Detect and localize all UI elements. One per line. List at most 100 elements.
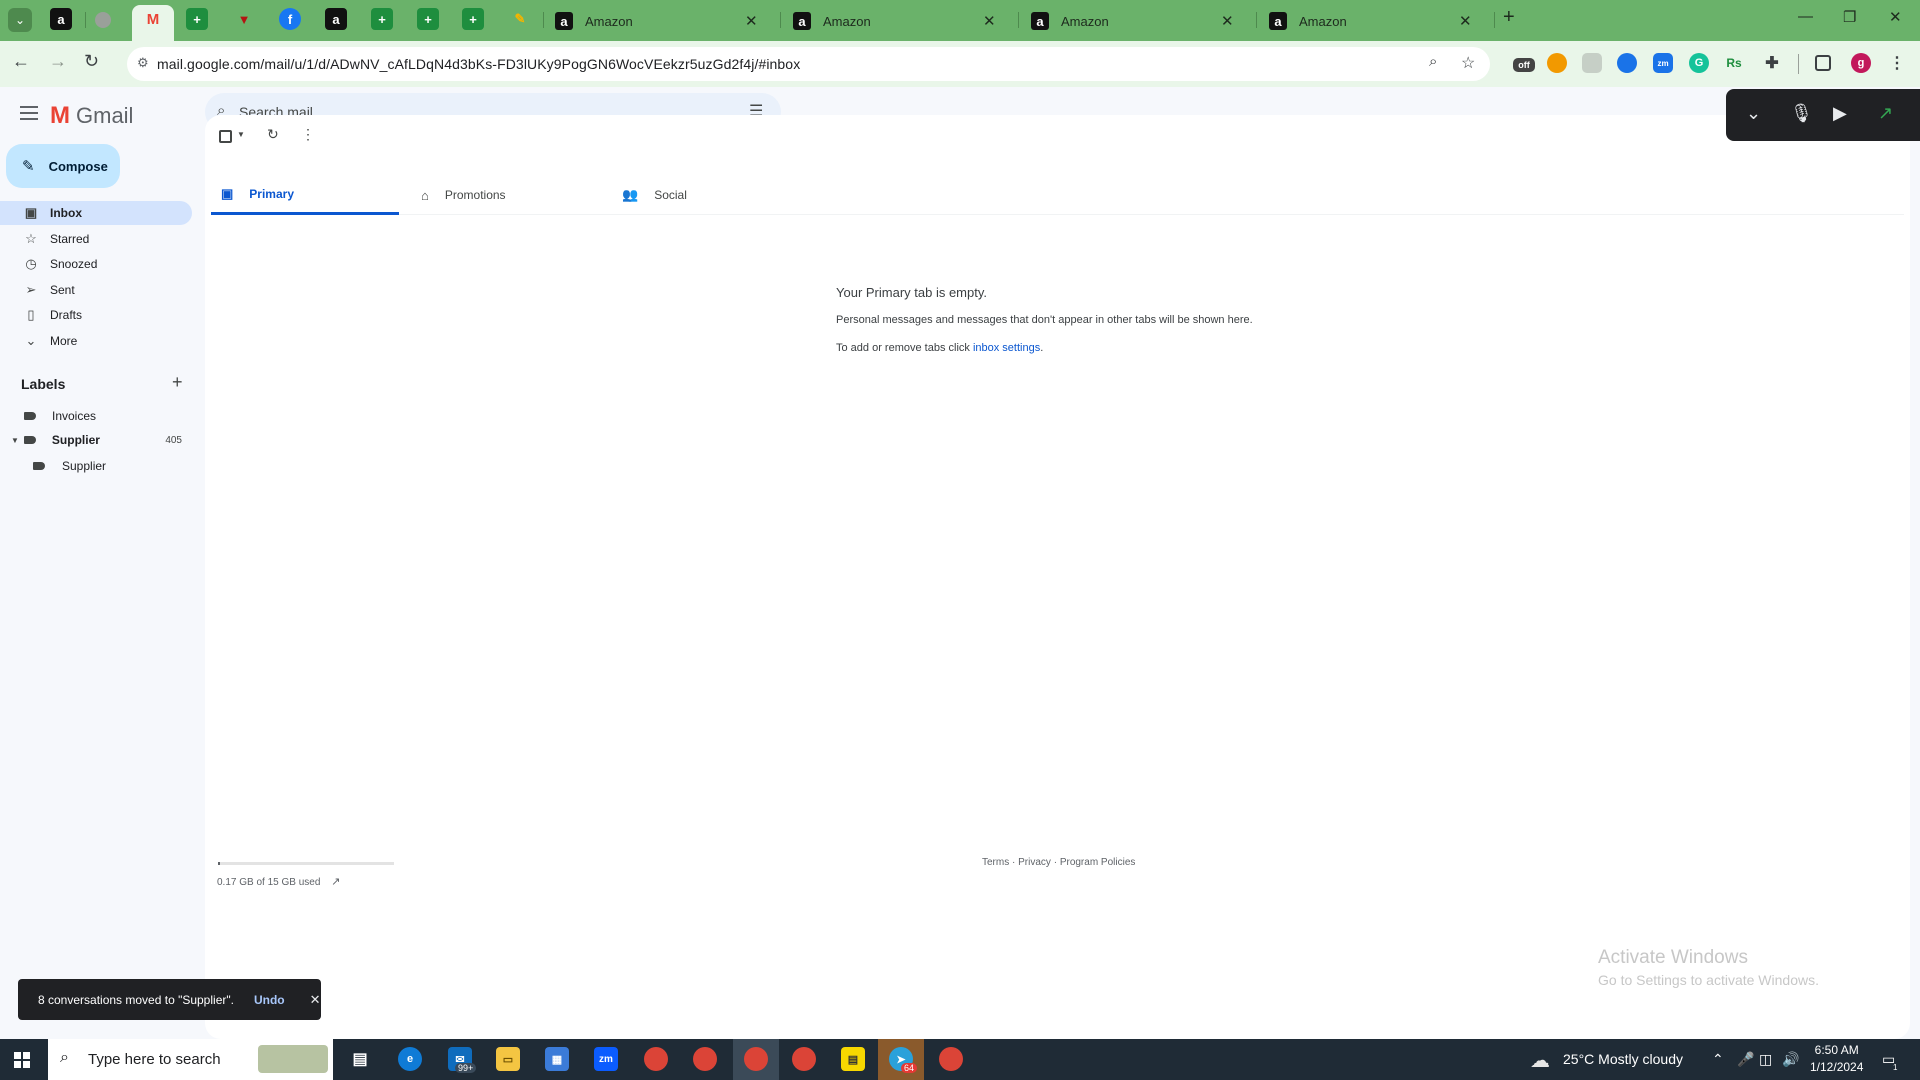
show-hidden-icons-icon[interactable]: ⌃ xyxy=(1712,1051,1724,1068)
label-supplier-sub[interactable]: Supplier xyxy=(0,455,192,477)
extension-off-icon[interactable]: off xyxy=(1513,58,1535,72)
browser-tab[interactable]: a Amazon ✕ xyxy=(1021,6,1254,36)
tab-sheet-icon[interactable]: + xyxy=(186,8,208,30)
browser-tab[interactable]: a Amazon ✕ xyxy=(783,6,1016,36)
close-tab-icon[interactable]: ✕ xyxy=(745,12,758,30)
tab-extension-icon[interactable]: ▼ xyxy=(233,8,255,30)
tab-amazon-icon[interactable]: a xyxy=(325,8,347,30)
nav-snoozed[interactable]: ◷ Snoozed xyxy=(0,252,192,276)
storage-bar-fill xyxy=(218,862,220,865)
tab-gmail-icon[interactable]: M xyxy=(142,8,164,30)
terms-link[interactable]: Terms xyxy=(982,857,1009,868)
sticky-notes-icon[interactable]: ▤ xyxy=(841,1047,865,1071)
volume-icon[interactable]: 🔊 xyxy=(1782,1051,1799,1068)
close-window-icon[interactable]: ✕ xyxy=(1889,8,1902,26)
grammarly-icon[interactable]: G xyxy=(1689,53,1709,73)
tab-social[interactable]: 👥 Social xyxy=(622,175,810,215)
extension-orange-icon[interactable] xyxy=(1547,53,1567,73)
weather-cloud-icon[interactable]: ☁ xyxy=(1530,1048,1550,1073)
close-tab-icon[interactable]: ✕ xyxy=(1221,12,1234,30)
chrome-menu-icon[interactable]: ⋮ xyxy=(1887,53,1907,73)
camera-icon[interactable]: ▶ xyxy=(1833,103,1847,124)
extensions-puzzle-icon[interactable]: ✚ xyxy=(1762,53,1782,73)
extension-rs-icon[interactable]: Rs xyxy=(1724,53,1744,73)
expand-arrow-icon[interactable]: ▼ xyxy=(11,436,19,445)
extension-image-icon[interactable] xyxy=(1582,53,1602,73)
open-storage-icon[interactable]: ↗ xyxy=(331,876,340,888)
select-dropdown-icon[interactable]: ▼ xyxy=(237,130,245,139)
profile-avatar[interactable]: g xyxy=(1851,53,1871,73)
tab-globe-icon[interactable] xyxy=(95,12,111,28)
browser-tab[interactable]: a Amazon ✕ xyxy=(545,6,778,36)
windows-start-icon[interactable] xyxy=(14,1052,30,1068)
mic-off-icon[interactable]: 🎙 xyxy=(1790,103,1813,124)
tab-amazon-icon[interactable]: a xyxy=(50,8,72,30)
more-options-icon[interactable]: ⋮ xyxy=(301,126,315,143)
nav-starred[interactable]: ☆ Starred xyxy=(0,227,192,251)
close-tab-icon[interactable]: ✕ xyxy=(983,12,996,30)
tab-sheet-icon[interactable]: + xyxy=(371,8,393,30)
microphone-icon[interactable]: 🎤 xyxy=(1737,1051,1754,1068)
inbox-settings-link[interactable]: inbox settings xyxy=(973,342,1040,354)
storage-bar xyxy=(218,862,394,865)
chrome-icon[interactable] xyxy=(744,1047,768,1071)
new-tab-button[interactable]: + xyxy=(1503,6,1515,29)
taskbar-search-input[interactable]: Type here to search xyxy=(88,1051,221,1068)
extension-blue-icon[interactable] xyxy=(1617,53,1637,73)
reload-icon[interactable]: ↻ xyxy=(84,51,99,72)
zoom-icon[interactable]: ⌕ xyxy=(1429,53,1437,70)
taskbar-search-box[interactable]: ⌕ Type here to search xyxy=(48,1039,333,1080)
tab-sheet-icon[interactable]: + xyxy=(417,8,439,30)
select-all-checkbox[interactable] xyxy=(219,130,232,143)
edge-icon[interactable]: e xyxy=(398,1047,422,1071)
tab-sheet-icon[interactable]: + xyxy=(462,8,484,30)
file-explorer-icon[interactable]: ▭ xyxy=(496,1047,520,1071)
task-view-icon[interactable]: ▤ xyxy=(348,1047,372,1071)
tab-pen-icon[interactable]: ✎ xyxy=(509,8,531,30)
nav-drafts[interactable]: ▯ Drafts xyxy=(0,303,192,327)
label-invoices[interactable]: Invoices xyxy=(0,405,192,427)
search-icon: ⌕ xyxy=(60,1049,69,1066)
nav-inbox[interactable]: ▣ Inbox xyxy=(0,201,192,225)
network-icon[interactable]: ◫ xyxy=(1759,1051,1772,1068)
create-label-button[interactable]: + xyxy=(172,372,183,393)
close-icon[interactable]: ✕ xyxy=(310,992,321,1008)
chrome-icon[interactable] xyxy=(693,1047,717,1071)
chrome-icon[interactable] xyxy=(792,1047,816,1071)
store-icon[interactable]: ▦ xyxy=(545,1047,569,1071)
address-bar[interactable]: ⚙ mail.google.com/mail/u/1/d/ADwNV_cAfLD… xyxy=(127,47,1490,81)
chrome-icon[interactable] xyxy=(939,1047,963,1071)
gmail-logo[interactable]: M Gmail xyxy=(50,102,133,130)
compose-button[interactable]: ✎ Compose xyxy=(6,144,120,188)
refresh-icon[interactable]: ↻ xyxy=(267,126,279,143)
tab-promotions[interactable]: ⌂ Promotions xyxy=(421,175,609,215)
nav-sent[interactable]: ➢ Sent xyxy=(0,278,192,302)
collapse-chevron-icon[interactable]: ⌄ xyxy=(1746,103,1761,124)
privacy-link[interactable]: Privacy xyxy=(1018,857,1051,868)
chrome-icon[interactable] xyxy=(644,1047,668,1071)
back-arrow-icon[interactable]: ← xyxy=(12,51,30,72)
side-panel-icon[interactable] xyxy=(1815,55,1831,71)
nav-more[interactable]: ⌄ More xyxy=(0,329,192,353)
tab-facebook-icon[interactable]: f xyxy=(279,8,301,30)
browser-toolbar: ← → ↻ ⚙ mail.google.com/mail/u/1/d/ADwNV… xyxy=(0,41,1920,87)
taskbar-clock[interactable]: 6:50 AM 1/12/2024 xyxy=(1810,1042,1863,1076)
tab-search-button[interactable]: ⌄ xyxy=(8,8,32,32)
open-in-new-icon[interactable]: ↗ xyxy=(1878,103,1893,124)
program-policies-link[interactable]: Program Policies xyxy=(1060,857,1136,868)
extension-zm-icon[interactable]: zm xyxy=(1653,53,1673,73)
main-menu-icon[interactable] xyxy=(20,106,38,120)
undo-button[interactable]: Undo xyxy=(254,993,285,1007)
close-tab-icon[interactable]: ✕ xyxy=(1459,12,1472,30)
minimize-window-icon[interactable]: — xyxy=(1798,8,1813,25)
forward-arrow-icon[interactable]: → xyxy=(49,51,67,72)
tab-primary[interactable]: ▣ Primary xyxy=(211,175,399,215)
label-supplier[interactable]: ▼ Supplier 405 xyxy=(0,429,192,451)
bookmark-star-icon[interactable]: ☆ xyxy=(1461,53,1475,73)
restore-window-icon[interactable]: ❐ xyxy=(1843,8,1856,26)
zoom-app-icon[interactable]: zm xyxy=(594,1047,618,1071)
weather-text[interactable]: 25°C Mostly cloudy xyxy=(1563,1051,1683,1067)
url-text[interactable]: mail.google.com/mail/u/1/d/ADwNV_cAfLDqN… xyxy=(157,56,800,72)
browser-tab[interactable]: a Amazon ✕ xyxy=(1259,6,1492,36)
site-info-icon[interactable]: ⚙ xyxy=(137,55,149,71)
